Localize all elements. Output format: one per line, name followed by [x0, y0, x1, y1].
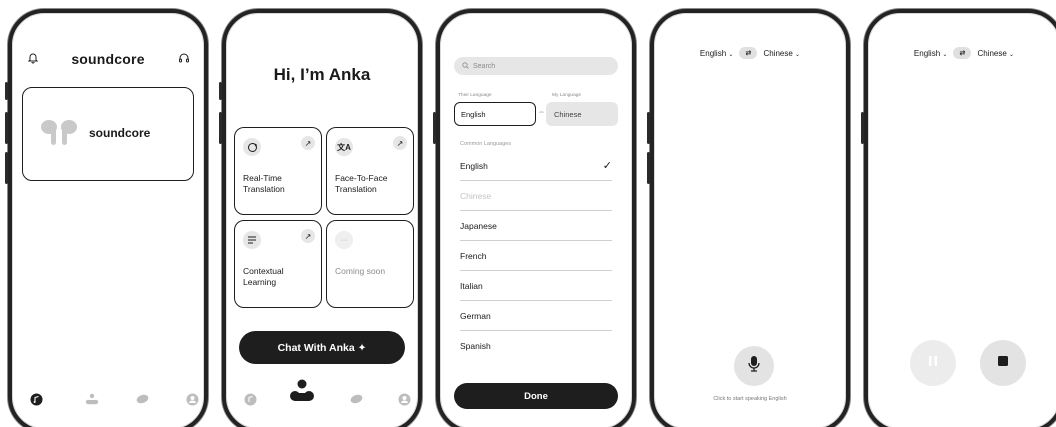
language-option-spanish[interactable]: Spanish: [460, 331, 612, 361]
stop-icon: [997, 354, 1009, 372]
microphone-icon: [747, 355, 761, 378]
phone-translate-idle: English ⌄ ⇄ Chinese ⌄ Click to start spe…: [650, 9, 850, 427]
language-option-chinese: Chinese: [460, 181, 612, 211]
swap-languages-button[interactable]: ⇄: [739, 47, 758, 59]
phone-translate-active: English ⌄ ⇄ Chinese ⌄: [864, 9, 1056, 427]
tile-label: Contextual Learning: [243, 266, 284, 287]
source-language-dropdown[interactable]: English ⌄: [914, 49, 948, 58]
explore-icon[interactable]: [130, 387, 154, 411]
common-languages-caption: Common Languages: [460, 141, 512, 147]
language-option-french[interactable]: French: [460, 241, 612, 271]
check-icon: ✓: [602, 160, 612, 172]
app-logo: soundcore: [71, 51, 145, 67]
language-option-english[interactable]: English ✓: [460, 151, 612, 181]
top-bar: soundcore: [12, 49, 204, 69]
anka-icon[interactable]: [80, 387, 104, 411]
target-language-dropdown[interactable]: Chinese ⌄: [977, 49, 1014, 58]
greeting-title: Hi, I’m Anka: [273, 65, 371, 84]
search-input[interactable]: Search: [454, 57, 618, 75]
profile-icon[interactable]: [180, 387, 204, 411]
side-button: [647, 112, 650, 144]
language-option-italian[interactable]: Italian: [460, 271, 612, 301]
pause-icon: [928, 354, 938, 372]
bottom-nav: [12, 387, 204, 411]
anka-icon[interactable]: [284, 373, 320, 409]
chevron-down-icon: ⌄: [795, 51, 801, 58]
pause-button[interactable]: [910, 340, 956, 386]
translate-cycle-icon: [243, 138, 261, 156]
search-placeholder: Search: [473, 62, 496, 70]
device-card[interactable]: soundcore: [22, 87, 194, 181]
headset-icon[interactable]: [178, 51, 190, 69]
tile-label: Face-To-Face Translation: [335, 173, 388, 194]
source-language-dropdown[interactable]: English ⌄: [700, 49, 734, 58]
bottom-nav: [226, 379, 418, 411]
chat-with-anka-button[interactable]: Chat With Anka ✦: [239, 331, 405, 364]
tile-coming-soon: ··· Coming soon: [326, 220, 414, 308]
arrow-icon: ↗: [301, 136, 315, 150]
stop-button[interactable]: [980, 340, 1026, 386]
my-language-caption: My Language: [552, 93, 582, 98]
my-language-field[interactable]: Chinese: [546, 102, 618, 126]
arrow-icon: ↗: [393, 136, 407, 150]
side-button: [5, 82, 8, 100]
side-button: [5, 112, 8, 144]
target-language-dropdown[interactable]: Chinese ⌄: [763, 49, 800, 58]
phone-anka: Hi, I’m Anka ↗ Real-Time Translation 文A …: [222, 9, 422, 427]
tile-label: Coming soon: [335, 266, 386, 276]
music-icon[interactable]: [24, 387, 48, 411]
learning-icon: [243, 231, 261, 249]
chevron-down-icon: ⌄: [728, 51, 734, 58]
swap-icon[interactable]: ⇔: [538, 109, 545, 116]
side-button: [433, 112, 436, 144]
language-option-japanese[interactable]: Japanese: [460, 211, 612, 241]
side-button: [5, 152, 8, 184]
translate-chars-icon: 文A: [335, 138, 353, 156]
arrow-icon: ↗: [301, 229, 315, 243]
device-label: soundcore: [89, 126, 151, 140]
phone-home: soundcore soundcore: [8, 9, 208, 427]
tile-face-to-face-translation[interactable]: 文A ↗ Face-To-Face Translation: [326, 127, 414, 215]
swap-languages-button[interactable]: ⇄: [953, 47, 972, 59]
chevron-down-icon: ⌄: [1009, 51, 1015, 58]
language-selector: English ⌄ ⇄ Chinese ⌄: [868, 47, 1056, 59]
microphone-button[interactable]: [734, 346, 774, 386]
chevron-down-icon: ⌄: [942, 51, 948, 58]
their-language-field[interactable]: English: [454, 102, 536, 126]
side-button: [219, 82, 222, 100]
tile-contextual-learning[interactable]: ↗ Contextual Learning: [234, 220, 322, 308]
music-icon[interactable]: [238, 387, 262, 411]
language-selector: English ⌄ ⇄ Chinese ⌄: [654, 47, 846, 59]
earbuds-icon: [39, 118, 79, 153]
side-button: [219, 112, 222, 144]
more-icon: ···: [335, 231, 353, 249]
their-language-caption: Their Language: [458, 93, 492, 98]
explore-icon[interactable]: [344, 387, 368, 411]
tile-label: Real-Time Translation: [243, 173, 285, 194]
done-button[interactable]: Done: [454, 383, 618, 409]
tile-real-time-translation[interactable]: ↗ Real-Time Translation: [234, 127, 322, 215]
side-button: [861, 112, 864, 144]
search-icon: [462, 61, 469, 71]
language-option-german[interactable]: German: [460, 301, 612, 331]
speak-hint: Click to start speaking English: [713, 396, 787, 402]
profile-icon[interactable]: [392, 387, 416, 411]
side-button: [647, 152, 650, 184]
phone-language-picker: Search Their Language My Language Englis…: [436, 9, 636, 427]
